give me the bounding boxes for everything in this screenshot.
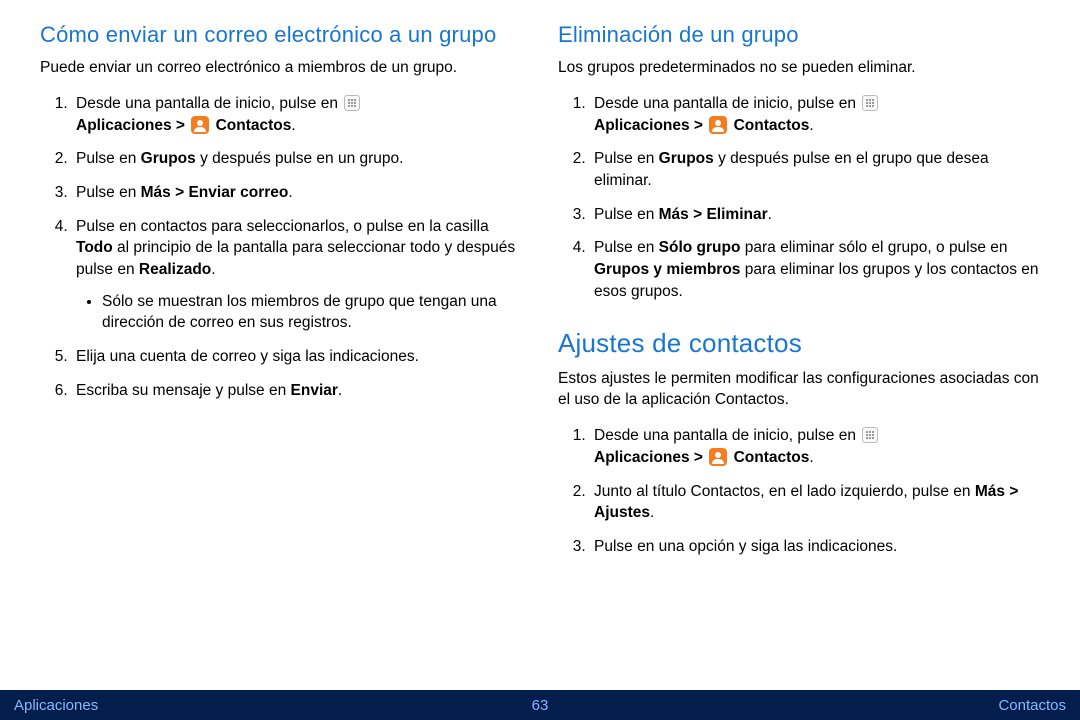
step-bold: Grupos: [659, 150, 714, 167]
steps-contact-settings: Desde una pantalla de inicio, pulse en A…: [558, 425, 1040, 557]
list-item: Desde una pantalla de inicio, pulse en A…: [590, 425, 1040, 468]
list-item: Desde una pantalla de inicio, pulse en A…: [590, 93, 1040, 136]
step-text: Junto al título Contactos, en el lado iz…: [594, 483, 975, 500]
step-text: Pulse en contactos para seleccionarlos, …: [76, 218, 489, 235]
step-text: Pulse en: [594, 206, 659, 223]
step-bold: Todo: [76, 239, 113, 256]
step-bold: Grupos y miembros: [594, 261, 740, 278]
apps-icon: [344, 95, 360, 111]
step-text: .: [809, 449, 813, 466]
step-text: Desde una pantalla de inicio, pulse en: [594, 95, 860, 112]
step-text: Pulse en: [594, 150, 659, 167]
footer-page-number: 63: [532, 697, 549, 714]
step-bold: Enviar: [291, 382, 338, 399]
step-text: y después pulse en un grupo.: [196, 150, 404, 167]
step-bold: Realizado: [139, 261, 211, 278]
list-item: Pulse en contactos para seleccionarlos, …: [72, 216, 522, 334]
list-item: Pulse en Grupos y después pulse en un gr…: [72, 148, 522, 170]
step-bold: Contactos: [729, 117, 809, 134]
step-text: Desde una pantalla de inicio, pulse en: [594, 427, 860, 444]
list-item: Pulse en Sólo grupo para eliminar sólo e…: [590, 237, 1040, 302]
apps-icon: [862, 95, 878, 111]
heading-contact-settings: Ajustes de contactos: [558, 328, 1040, 359]
step-text: Pulse en: [76, 184, 141, 201]
page-footer: Aplicaciones 63 Contactos: [0, 690, 1080, 720]
list-item: Junto al título Contactos, en el lado iz…: [590, 481, 1040, 524]
step-bold: Aplicaciones >: [594, 449, 707, 466]
list-item: Escriba su mensaje y pulse en Enviar.: [72, 380, 522, 402]
step-bold: Más > Enviar correo: [141, 184, 289, 201]
step-text: Desde una pantalla de inicio, pulse en: [76, 95, 342, 112]
list-item: Elija una cuenta de correo y siga las in…: [72, 346, 522, 368]
contact-icon: [709, 448, 727, 466]
footer-right: Contactos: [998, 697, 1066, 714]
sub-bullets: Sólo se muestran los miembros de grupo q…: [76, 291, 522, 334]
steps-delete-group: Desde una pantalla de inicio, pulse en A…: [558, 93, 1040, 303]
left-column: Cómo enviar un correo electrónico a un g…: [40, 22, 522, 570]
list-item: Desde una pantalla de inicio, pulse en A…: [72, 93, 522, 136]
contact-icon: [709, 116, 727, 134]
step-bold: Aplicaciones >: [76, 117, 189, 134]
step-text: para eliminar sólo el grupo, o pulse en: [740, 239, 1007, 256]
list-item: Pulse en Grupos y después pulse en el gr…: [590, 148, 1040, 191]
step-text: .: [768, 206, 772, 223]
intro-delete-group: Los grupos predeterminados no se pueden …: [558, 58, 1040, 79]
step-text: .: [650, 504, 654, 521]
step-text: .: [338, 382, 342, 399]
step-text: .: [809, 117, 813, 134]
list-item: Pulse en una opción y siga las indicacio…: [590, 536, 1040, 558]
intro-contact-settings: Estos ajustes le permiten modificar las …: [558, 369, 1040, 411]
step-bold: Más > Eliminar: [659, 206, 768, 223]
step-text: Pulse en: [76, 150, 141, 167]
step-bold: Aplicaciones >: [594, 117, 707, 134]
step-text: Pulse en: [594, 239, 659, 256]
apps-icon: [862, 427, 878, 443]
heading-email-group: Cómo enviar un correo electrónico a un g…: [40, 22, 522, 48]
step-text: .: [211, 261, 215, 278]
step-text: Escriba su mensaje y pulse en: [76, 382, 291, 399]
steps-email-group: Desde una pantalla de inicio, pulse en A…: [40, 93, 522, 402]
right-column: Eliminación de un grupo Los grupos prede…: [558, 22, 1040, 570]
list-item: Pulse en Más > Enviar correo.: [72, 182, 522, 204]
contact-icon: [191, 116, 209, 134]
step-bold: Sólo grupo: [659, 239, 741, 256]
footer-left: Aplicaciones: [14, 697, 98, 714]
heading-delete-group: Eliminación de un grupo: [558, 22, 1040, 48]
intro-email-group: Puede enviar un correo electrónico a mie…: [40, 58, 522, 79]
list-item: Pulse en Más > Eliminar.: [590, 204, 1040, 226]
manual-page: Cómo enviar un correo electrónico a un g…: [0, 0, 1080, 720]
step-text: .: [288, 184, 292, 201]
list-item: Sólo se muestran los miembros de grupo q…: [102, 291, 522, 334]
step-bold: Contactos: [211, 117, 291, 134]
step-bold: Grupos: [141, 150, 196, 167]
step-text: .: [291, 117, 295, 134]
step-bold: Contactos: [729, 449, 809, 466]
content-columns: Cómo enviar un correo electrónico a un g…: [0, 0, 1080, 570]
